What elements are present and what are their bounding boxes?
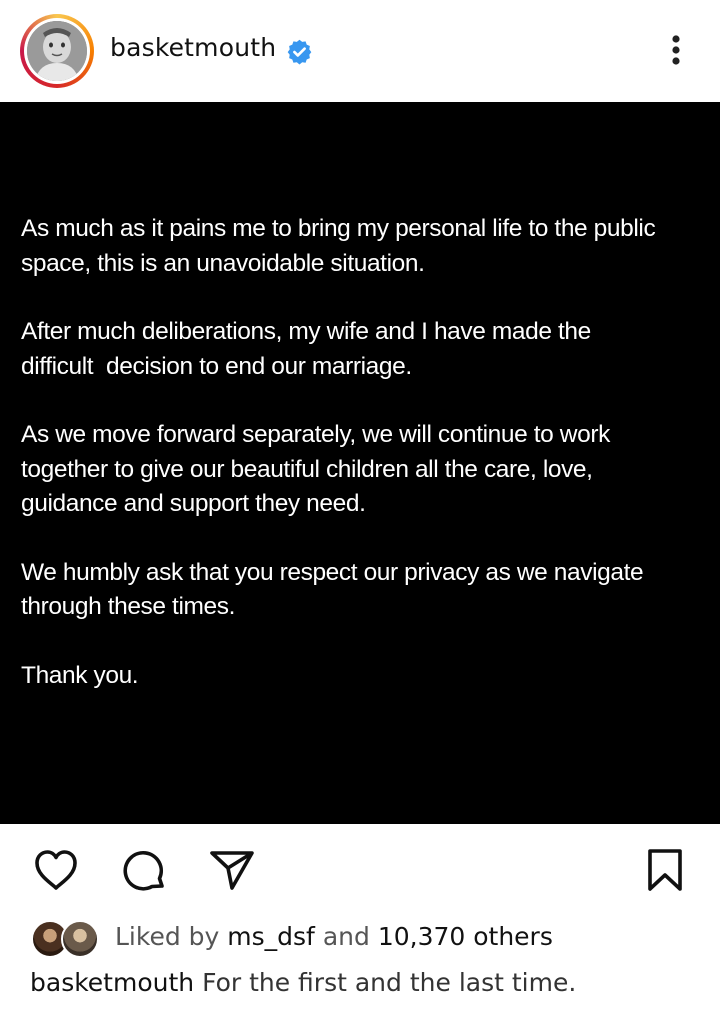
likes-connector: and: [322, 922, 370, 951]
likes-summary[interactable]: Liked by ms_dsf and 10,370 others: [115, 922, 553, 951]
caption-username[interactable]: basketmouth: [30, 968, 194, 997]
instagram-post: basketmouth As much as it pains me to br…: [0, 0, 720, 1018]
more-vertical-icon[interactable]: [660, 30, 692, 70]
post-header: basketmouth: [0, 0, 720, 100]
liker-avatar[interactable]: [61, 920, 99, 958]
comment-icon[interactable]: [121, 848, 169, 894]
paragraph: We humbly ask that you respect our priva…: [21, 558, 644, 621]
liker-username[interactable]: ms_dsf: [227, 922, 315, 951]
heart-icon[interactable]: [33, 848, 79, 892]
likes-count[interactable]: 10,370 others: [378, 922, 553, 951]
caption-text: For the first and the last time.: [202, 968, 577, 997]
paragraph: As we move forward separately, we will c…: [21, 421, 610, 517]
action-bar: [0, 824, 720, 914]
likes-row: Liked by ms_dsf and 10,370 others: [0, 916, 720, 960]
post-image[interactable]: As much as it pains me to bring my perso…: [0, 102, 720, 824]
paragraph: After much deliberations, my wife and I …: [21, 318, 591, 380]
caption: basketmouth For the first and the last t…: [30, 968, 576, 997]
post-text: As much as it pains me to bring my perso…: [21, 212, 681, 727]
bookmark-icon[interactable]: [646, 848, 684, 892]
paragraph: As much as it pains me to bring my perso…: [21, 215, 656, 277]
paragraph: Thank you.: [21, 661, 139, 689]
avatar[interactable]: [27, 21, 87, 81]
verified-badge-icon: [287, 39, 312, 65]
likes-prefix: Liked by: [115, 922, 220, 951]
username[interactable]: basketmouth: [110, 33, 276, 62]
avatar-photo: [27, 21, 87, 81]
send-icon[interactable]: [208, 848, 256, 892]
